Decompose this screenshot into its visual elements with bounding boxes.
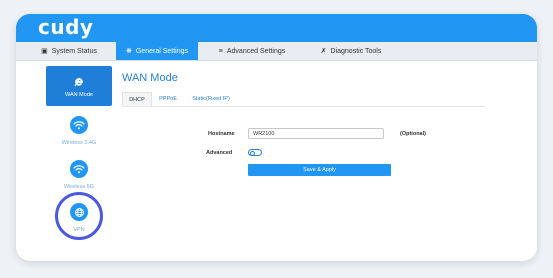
sidebar-item-label: Wireless 5G [64, 184, 94, 190]
toggle-knob [250, 150, 255, 156]
subtab-pppoe[interactable]: PPPoE [154, 92, 182, 106]
tools-icon: ✗ [320, 47, 327, 55]
tab-diagnostic-tools[interactable]: ✗ Diagnostic Tools [306, 42, 396, 60]
tab-label: Advanced Settings [226, 47, 286, 55]
tab-system-status[interactable]: ▣ System Status [28, 42, 110, 60]
sidebar-item-label: Wireless 2.4G [61, 140, 97, 146]
optional-hint: (Optional) [400, 131, 426, 137]
cudy-logo: cudy [38, 15, 94, 39]
tab-label: Diagnostic Tools [330, 47, 382, 55]
save-apply-button[interactable]: Save & Apply [248, 164, 391, 176]
sliders-icon: ≡ [218, 47, 223, 55]
advanced-label: Advanced [206, 150, 233, 156]
tab-advanced-settings[interactable]: ≡ Advanced Settings [202, 42, 302, 60]
sidebar-item-wireless-5g[interactable]: Wireless 5G [46, 160, 112, 190]
top-bar: cudy [16, 14, 537, 42]
vpn-highlight-ring [55, 192, 103, 240]
tab-label: System Status [51, 47, 97, 55]
wifi-icon [70, 116, 88, 134]
sidebar-item-wan-mode[interactable]: WAN Mode [46, 66, 112, 106]
tab-general-settings[interactable]: ❋ General Settings [116, 42, 198, 60]
subtab-dhcp[interactable]: DHCP [122, 92, 152, 106]
sidebar-item-label: WAN Mode [65, 92, 93, 98]
advanced-toggle[interactable] [248, 149, 262, 156]
wan-subtabs: DHCP PPPoE Static(Fixed IP) [122, 92, 485, 107]
page-title: WAN Mode [122, 72, 178, 84]
hostname-input[interactable] [248, 128, 384, 139]
wifi-icon [70, 160, 88, 178]
monitor-icon: ▣ [41, 47, 48, 55]
wan-icon [74, 77, 83, 87]
tab-label: General Settings [135, 47, 189, 55]
hostname-label: Hostname [208, 131, 235, 137]
router-admin-panel: cudy ▣ System Status ❋ General Settings … [16, 14, 537, 261]
sidebar-item-wireless-2-4g[interactable]: Wireless 2.4G [46, 116, 112, 146]
gear-icon: ❋ [125, 47, 132, 55]
main-tab-bar: ▣ System Status ❋ General Settings ≡ Adv… [16, 42, 537, 61]
subtab-static-ip[interactable]: Static(Fixed IP) [186, 92, 236, 106]
